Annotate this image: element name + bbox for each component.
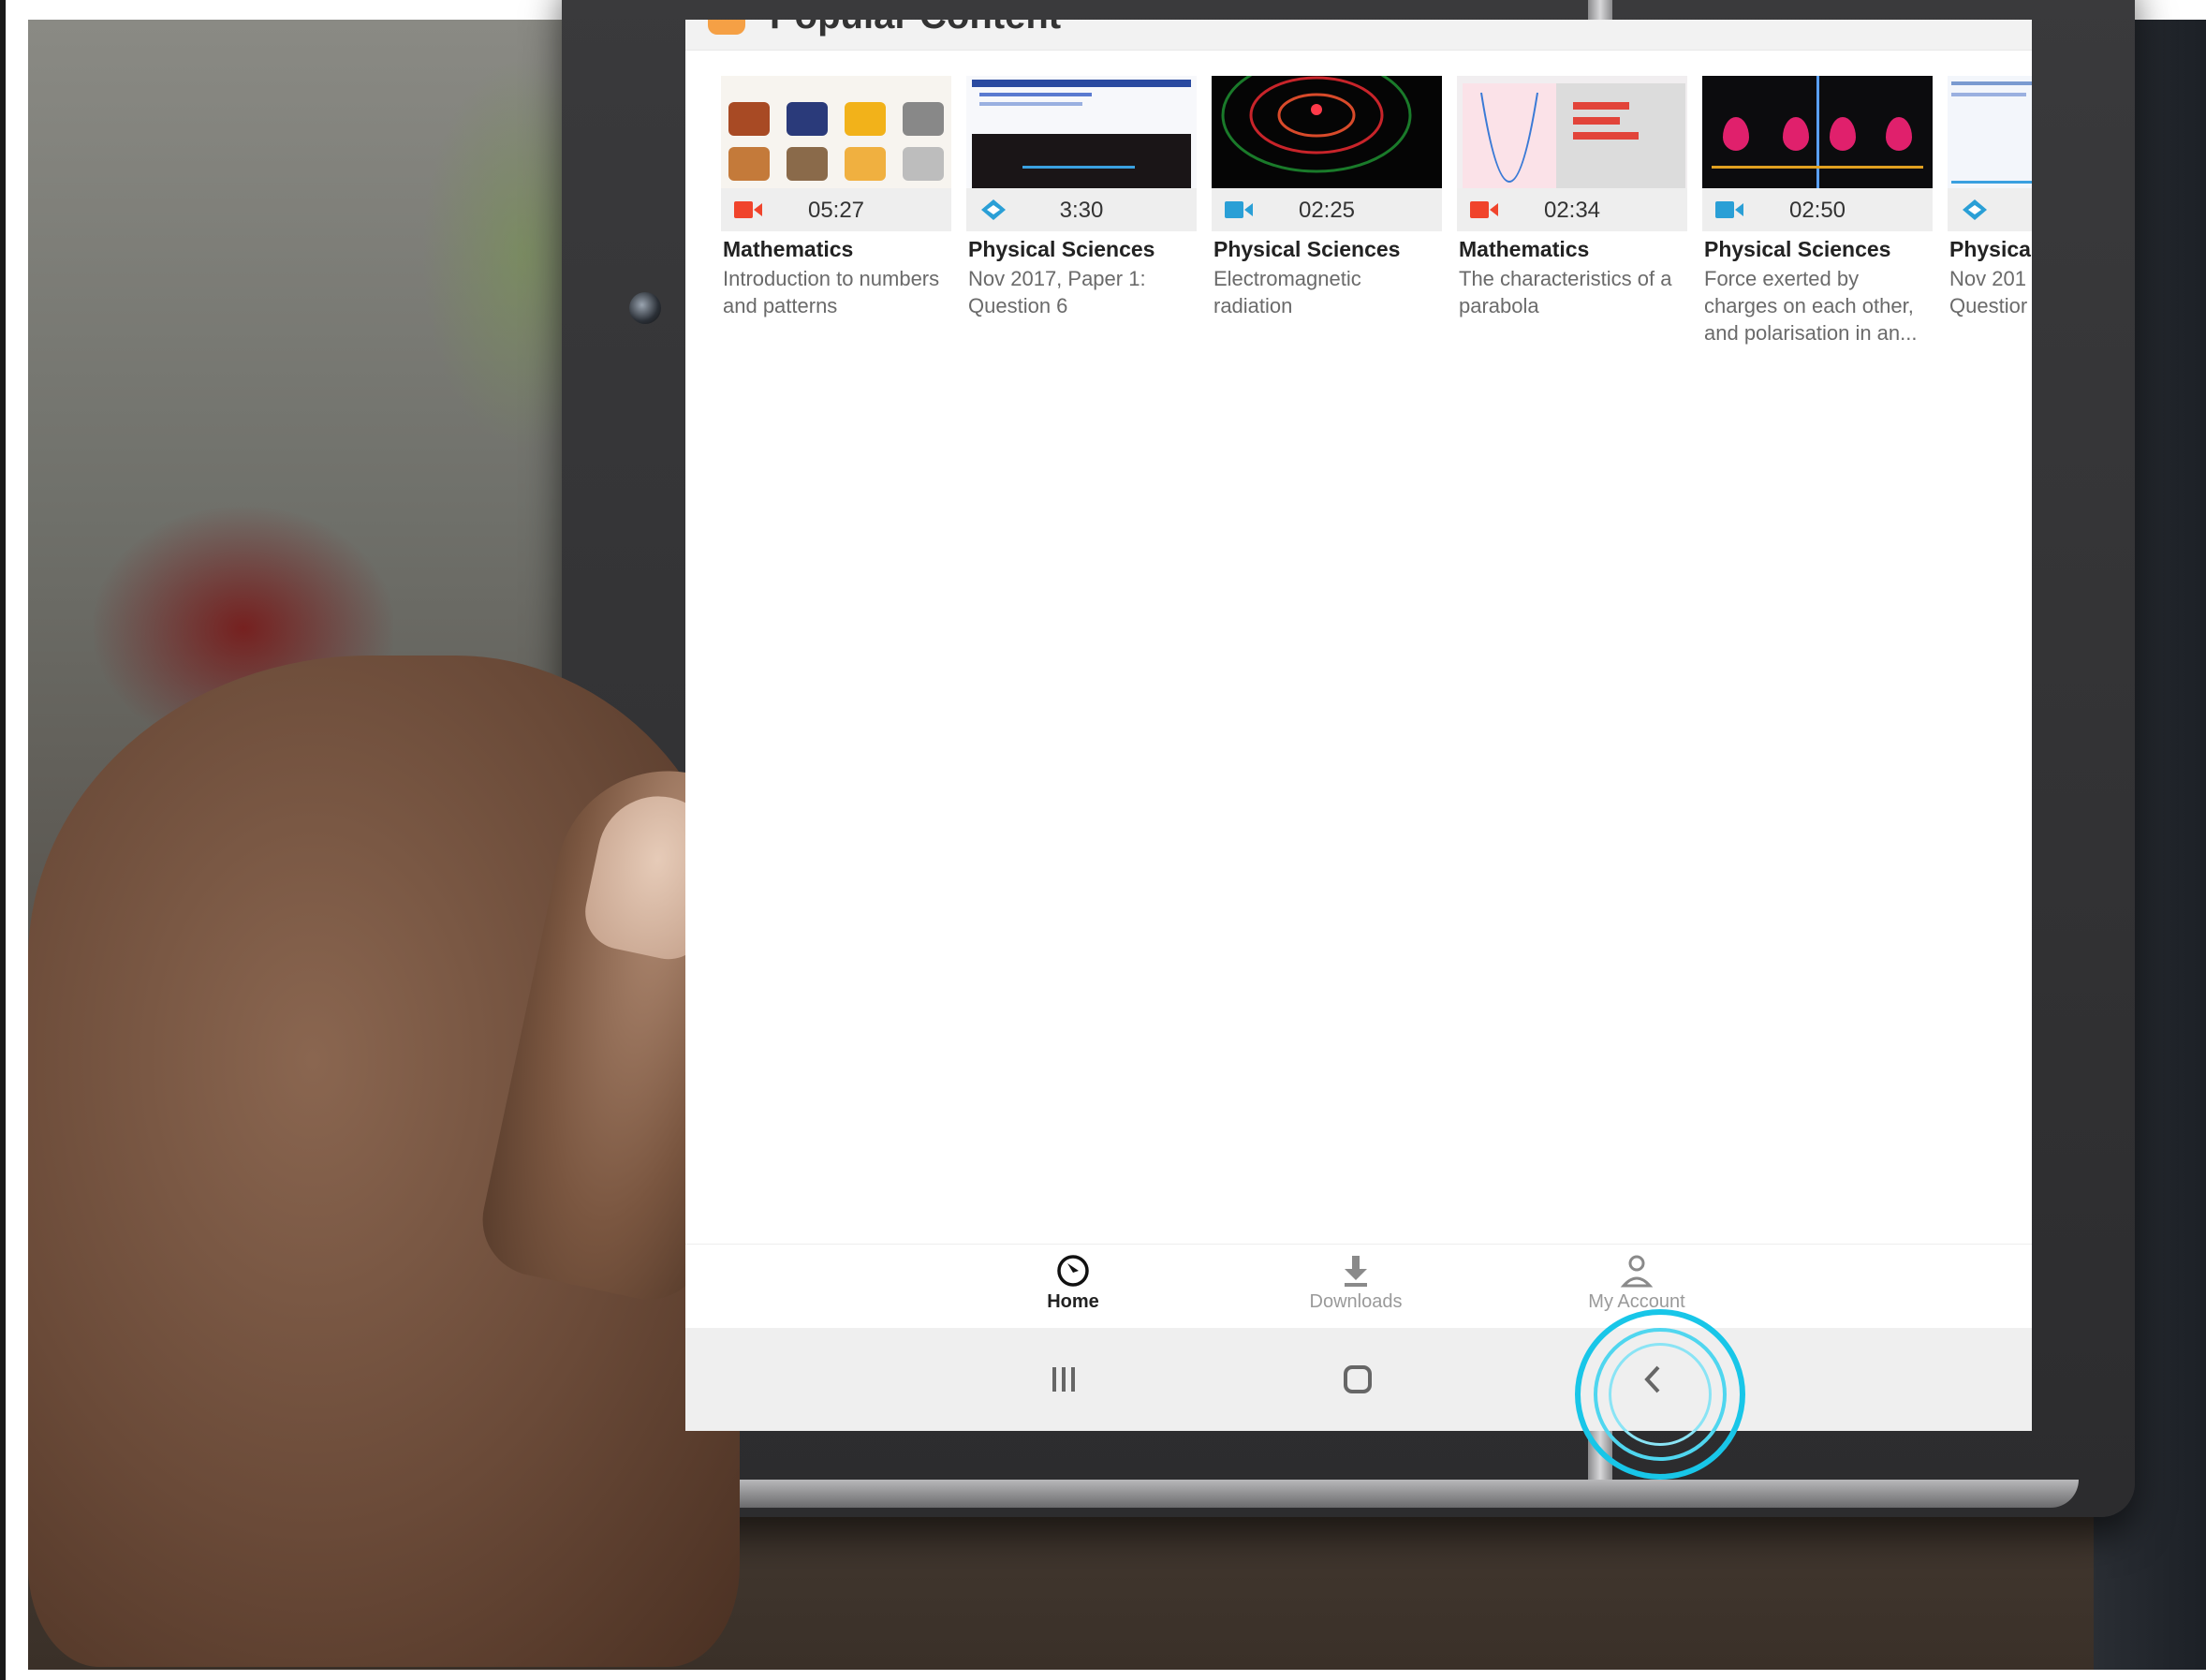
card-description: Introduction to numbers and patterns — [723, 267, 940, 317]
card-description: The characteristics of a parabola — [1459, 267, 1672, 317]
card-subject: Physical Sciences — [968, 237, 1155, 261]
content-card[interactable]: 3:30 Physical Sciences Nov 2017, Paper 1… — [966, 76, 1197, 376]
home-icon[interactable] — [1330, 1356, 1386, 1403]
card-subject: Mathematics — [1459, 237, 1590, 261]
nav-home[interactable]: Home — [998, 1252, 1148, 1313]
front-camera — [629, 292, 661, 324]
card-meta-row: 02:34 — [1457, 188, 1687, 231]
section-header: Popular Content — [685, 20, 2032, 51]
content-card[interactable]: Physical Nov 201 Questior — [1948, 76, 2032, 376]
recent-apps-icon[interactable] — [1036, 1356, 1092, 1403]
system-navigation-bar — [685, 1328, 2032, 1431]
touch-indicator-ring — [1575, 1309, 1745, 1480]
nav-downloads-label: Downloads — [1309, 1291, 1403, 1312]
card-thumbnail — [1212, 76, 1442, 188]
popular-content-icon — [708, 20, 745, 35]
card-thumbnail — [1702, 76, 1933, 188]
content-card[interactable]: 02:34 Mathematics The characteristics of… — [1457, 76, 1687, 376]
card-duration: 02:34 — [1543, 198, 1601, 223]
card-duration: 3:30 — [1059, 198, 1104, 223]
card-meta-row: 02:25 — [1212, 188, 1442, 231]
content-card[interactable]: 02:25 Physical Sciences Electromagnetic … — [1212, 76, 1442, 376]
card-meta-row: 05:27 — [721, 188, 951, 231]
card-thumbnail — [1457, 76, 1687, 188]
card-thumbnail — [966, 76, 1197, 188]
card-duration: 02:25 — [1298, 198, 1356, 223]
tablet-bottom-edge — [590, 1480, 2079, 1508]
card-description: Nov 201 Questior — [1949, 267, 2028, 317]
tablet-screen: Popular Content — [685, 20, 2032, 1431]
video-camera-icon — [1225, 201, 1253, 218]
card-thumbnail — [1948, 76, 2032, 188]
card-subject: Mathematics — [723, 237, 854, 261]
video-camera-icon — [1715, 201, 1743, 218]
nav-downloads[interactable]: Downloads — [1281, 1252, 1431, 1313]
home-compass-icon — [1057, 1255, 1089, 1287]
exam-paper-icon — [1963, 199, 1987, 220]
popular-content-carousel[interactable]: 05:27 Mathematics Introduction to number… — [685, 76, 2032, 394]
card-subject: Physical Sciences — [1704, 237, 1891, 261]
nav-home-label: Home — [1047, 1291, 1099, 1312]
content-card[interactable]: 05:27 Mathematics Introduction to number… — [721, 76, 951, 376]
exam-paper-icon — [981, 199, 1006, 220]
card-description: Nov 2017, Paper 1: Question 6 — [968, 267, 1146, 317]
card-meta-row: 3:30 — [966, 188, 1197, 231]
card-duration: 05:27 — [807, 198, 865, 223]
card-description: Electromagnetic radiation — [1213, 267, 1361, 317]
card-subject: Physical Sciences — [1213, 237, 1401, 261]
download-icon — [1345, 1256, 1367, 1287]
card-description: Force exerted by charges on each other, … — [1704, 267, 1918, 345]
nav-my-account[interactable]: My Account — [1562, 1252, 1712, 1313]
card-meta-row: 02:50 — [1702, 188, 1933, 231]
card-thumbnail — [721, 76, 951, 188]
content-card[interactable]: 02:50 Physical Sciences Force exerted by… — [1702, 76, 1933, 376]
bottom-navigation-bar: Home Downloads My Account — [685, 1244, 2032, 1329]
section-title: Popular Content — [770, 20, 1061, 37]
video-camera-icon — [734, 201, 762, 218]
card-subject: Physical — [1949, 237, 2032, 261]
card-meta-row — [1948, 188, 2032, 231]
card-duration: 02:50 — [1788, 198, 1846, 223]
image-left-border — [0, 0, 6, 1680]
video-camera-icon — [1470, 201, 1498, 218]
account-icon — [1620, 1255, 1654, 1288]
nav-my-account-label: My Account — [1588, 1291, 1685, 1312]
